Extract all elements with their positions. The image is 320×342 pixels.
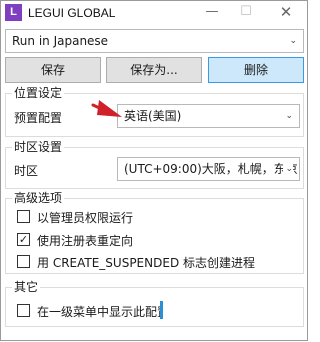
create-suspended-checkbox[interactable]: [17, 255, 30, 268]
app-logo-icon: L: [5, 4, 22, 21]
save-as-button[interactable]: 保存为...: [106, 57, 202, 83]
minimize-button[interactable]: —: [195, 1, 229, 25]
save-button[interactable]: 保存: [5, 57, 101, 83]
run-as-admin-checkbox[interactable]: [17, 210, 30, 223]
title-bar[interactable]: L LEGUI GLOBAL — ☐ ✕: [1, 1, 307, 25]
timezone-label: 时区: [14, 164, 39, 178]
chevron-down-icon: ⌄: [289, 36, 297, 46]
other-options-group: 其它 在一级菜单中显示此配置: [5, 279, 304, 327]
chevron-down-icon: ⌄: [285, 111, 293, 121]
profile-dropdown[interactable]: Run in Japanese ⌄: [5, 29, 304, 53]
close-button[interactable]: ✕: [269, 1, 303, 25]
registry-redirect-label: 使用注册表重定向: [37, 234, 134, 248]
text-cursor-marker: [160, 301, 163, 319]
maximize-button[interactable]: ☐: [229, 1, 263, 25]
timezone-dropdown[interactable]: (UTC+09:00)大阪，札幌，东京 ⌄: [117, 157, 300, 181]
timezone-group-title: 时区设置: [12, 139, 65, 155]
location-group-title: 位置设定: [12, 85, 65, 101]
create-suspended-label: 用 CREATE_SUSPENDED 标志创建进程: [37, 256, 255, 270]
preset-label: 预置配置: [14, 111, 63, 125]
preset-dropdown[interactable]: 英语(美国) ⌄: [117, 104, 300, 128]
timezone-settings-group: 时区设置 时区 (UTC+09:00)大阪，札幌，东京 ⌄: [5, 139, 304, 189]
registry-redirect-checkbox[interactable]: ✓: [17, 233, 30, 246]
window-title: LEGUI GLOBAL: [28, 6, 116, 20]
app-window: L LEGUI GLOBAL — ☐ ✕ Run in Japanese ⌄ 保…: [0, 0, 308, 341]
delete-button[interactable]: 删除: [208, 57, 304, 83]
show-in-menu-checkbox[interactable]: [17, 304, 30, 317]
run-as-admin-label: 以管理员权限运行: [37, 211, 134, 225]
show-in-menu-label: 在一级菜单中显示此配置: [37, 305, 161, 319]
timezone-selected-value: (UTC+09:00)大阪，札幌，东京: [124, 162, 298, 176]
show-in-menu-label-clip: 在一级菜单中显示此配置: [37, 303, 161, 319]
advanced-group-title: 高级选项: [12, 190, 65, 206]
other-group-title: 其它: [12, 279, 41, 295]
preset-selected-value: 英语(美国): [124, 109, 182, 123]
chevron-down-icon: ⌄: [283, 158, 293, 180]
profile-selected-value: Run in Japanese: [12, 34, 109, 48]
location-settings-group: 位置设定 预置配置 英语(美国) ⌄: [5, 85, 304, 137]
advanced-options-group: 高级选项 以管理员权限运行 ✓ 使用注册表重定向 用 CREATE_SUSPEN…: [5, 190, 304, 274]
